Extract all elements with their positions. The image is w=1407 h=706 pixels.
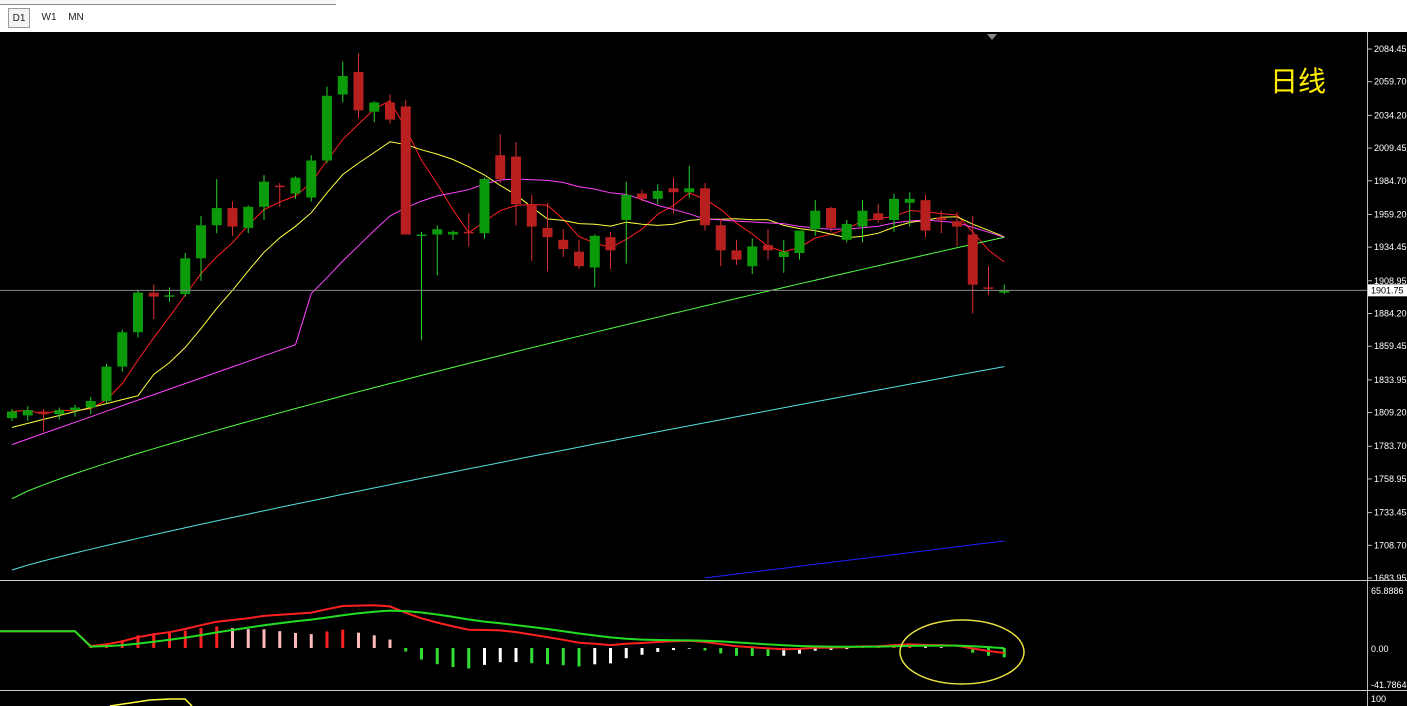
candle	[164, 287, 175, 302]
price-tick-label: 2009.45	[1374, 143, 1407, 153]
candle	[448, 230, 458, 240]
candle	[479, 177, 490, 239]
price-tick-label: 2059.70	[1374, 77, 1407, 87]
candle	[400, 99, 411, 235]
candle	[778, 239, 789, 273]
candle	[211, 179, 222, 234]
candle	[542, 202, 553, 272]
candle	[558, 229, 569, 257]
candle	[794, 230, 805, 260]
candle	[841, 219, 852, 243]
moving-average-lines	[11, 100, 1005, 579]
price-tick-label: 2084.45	[1374, 44, 1407, 54]
bottom-indicator-panel: 100	[109, 694, 1386, 706]
candle	[747, 238, 758, 275]
price-tick-label: 1934.45	[1374, 242, 1407, 252]
candle	[589, 234, 600, 288]
candle	[322, 86, 332, 164]
current-price-label: 1901.75	[1371, 285, 1404, 295]
macd-tick-label: 0.00	[1371, 644, 1389, 654]
candle	[668, 177, 679, 214]
tab-mn[interactable]: MN	[64, 8, 88, 28]
candle	[700, 183, 710, 231]
main-panel: 日线	[0, 34, 1368, 579]
candle	[101, 363, 112, 404]
price-tick-label: 1758.95	[1374, 474, 1407, 484]
price-tick-label: 1833.95	[1374, 375, 1407, 385]
candle	[652, 184, 663, 205]
price-tick-label: 1984.70	[1374, 176, 1407, 186]
tab-w1[interactable]: W1	[38, 8, 60, 28]
price-tick-label: 1959.20	[1374, 209, 1407, 219]
candle	[574, 239, 584, 269]
candle	[715, 218, 726, 267]
candle	[763, 229, 773, 260]
tab-d1[interactable]: D1	[8, 8, 30, 28]
candle	[22, 406, 33, 421]
candle	[495, 134, 506, 184]
candle	[7, 408, 17, 421]
candle	[117, 329, 128, 372]
candle	[605, 231, 616, 269]
candle	[967, 216, 978, 314]
candle	[385, 94, 395, 124]
candle	[684, 165, 695, 198]
price-tick-label: 1884.20	[1374, 309, 1407, 319]
candle	[337, 61, 348, 103]
price-tick-label: 2034.20	[1374, 110, 1407, 120]
ma250-line	[704, 540, 1005, 579]
price-tick-label: 1809.20	[1374, 408, 1407, 418]
candle	[432, 225, 443, 276]
price-tick-label: 1783.70	[1374, 441, 1407, 451]
candle	[999, 284, 1010, 294]
candle	[873, 204, 884, 223]
candle	[85, 396, 96, 415]
chart-title: 日线	[1270, 65, 1326, 98]
candle	[290, 176, 301, 199]
ma5-line	[11, 100, 1005, 415]
candle	[637, 189, 647, 202]
price-tick-label: 1908.95	[1374, 276, 1407, 286]
ma10-line	[11, 141, 1005, 428]
candlesticks	[7, 53, 1010, 432]
macd-tick-label: -41.7864	[1371, 680, 1407, 690]
ma60-line	[11, 236, 1005, 500]
price-tick-label: 1708.70	[1374, 540, 1407, 550]
oscillator-line	[109, 698, 193, 706]
macd-dea-line	[0, 609, 1005, 650]
chart-canvas: 日线 2084.45 2059.70 2034.20 2009.45 1984.70 19…	[0, 32, 1407, 706]
macd-panel: 65.8886 0.00 -41.7864	[0, 586, 1407, 690]
candle	[54, 407, 65, 420]
candle	[526, 194, 537, 261]
ma20-line	[11, 178, 1005, 445]
candle	[983, 266, 994, 296]
candle	[133, 289, 143, 338]
candle	[196, 216, 206, 281]
chart-shift-marker	[987, 34, 997, 40]
candle	[306, 155, 317, 202]
ma120-line	[11, 366, 1005, 571]
candle	[369, 101, 380, 123]
price-tick-label: 1859.45	[1374, 341, 1407, 351]
bottom-tick-label: 100	[1371, 694, 1386, 704]
candle	[731, 239, 742, 265]
candle	[826, 206, 836, 232]
candle	[227, 201, 238, 236]
price-tick-label: 1683.95	[1374, 573, 1407, 583]
candle	[416, 231, 427, 341]
toolbar-top-strip	[0, 0, 336, 5]
candle	[511, 142, 521, 226]
macd-tick-label: 65.8886	[1371, 586, 1404, 596]
candle	[920, 194, 931, 238]
price-tick-label: 1733.45	[1374, 508, 1407, 518]
price-axis: 2084.45 2059.70 2034.20 2009.45 1984.70 1959.…	[1367, 32, 1407, 706]
candle	[353, 53, 364, 119]
timeframe-toolbar: D1 W1 MN	[0, 0, 1407, 32]
